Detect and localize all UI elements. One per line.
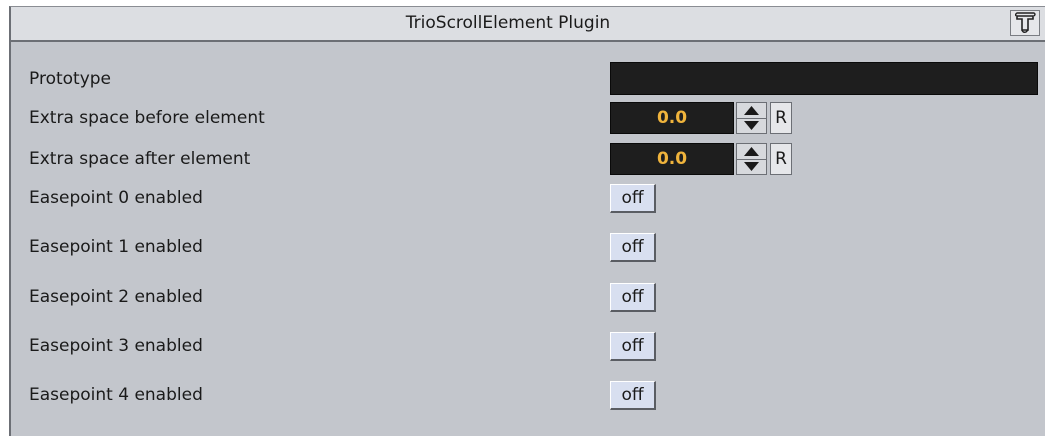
easepoint-2-label: Easepoint 2 enabled	[29, 287, 203, 307]
spin-down-icon[interactable]	[737, 159, 766, 174]
extra-space-after-input[interactable]: 0.0	[610, 143, 734, 175]
spin-down-icon[interactable]	[737, 118, 766, 133]
extra-space-before-input[interactable]: 0.0	[610, 102, 734, 134]
extra-space-before-label: Extra space before element	[29, 108, 265, 128]
easepoint-2-toggle[interactable]: off	[610, 283, 656, 312]
easepoint-4-label: Easepoint 4 enabled	[29, 385, 203, 405]
easepoint-1-label: Easepoint 1 enabled	[29, 237, 203, 257]
easepoint-3-label: Easepoint 3 enabled	[29, 336, 203, 356]
spin-up-icon[interactable]	[737, 144, 766, 160]
easepoint-4-toggle[interactable]: off	[610, 381, 656, 410]
easepoint-1-toggle[interactable]: off	[610, 233, 656, 262]
easepoint-0-label: Easepoint 0 enabled	[29, 188, 203, 208]
easepoint-0-toggle[interactable]: off	[610, 184, 656, 213]
panel-header: TrioScrollElement Plugin	[11, 7, 1045, 42]
extra-space-before-spinner[interactable]	[736, 102, 767, 134]
plugin-panel: TrioScrollElement Plugin Prototype Extra…	[9, 6, 1045, 436]
extra-space-after-reset-button[interactable]: R	[770, 143, 792, 175]
panel-title: TrioScrollElement Plugin	[405, 13, 611, 33]
easepoint-3-toggle[interactable]: off	[610, 332, 656, 361]
script-scroll-icon[interactable]	[1010, 10, 1040, 36]
extra-space-after-label: Extra space after element	[29, 149, 251, 169]
extra-space-before-reset-button[interactable]: R	[770, 102, 792, 134]
prototype-label: Prototype	[29, 69, 112, 89]
spin-up-icon[interactable]	[737, 103, 766, 119]
prototype-field[interactable]	[610, 62, 1038, 95]
extra-space-after-spinner[interactable]	[736, 143, 767, 175]
